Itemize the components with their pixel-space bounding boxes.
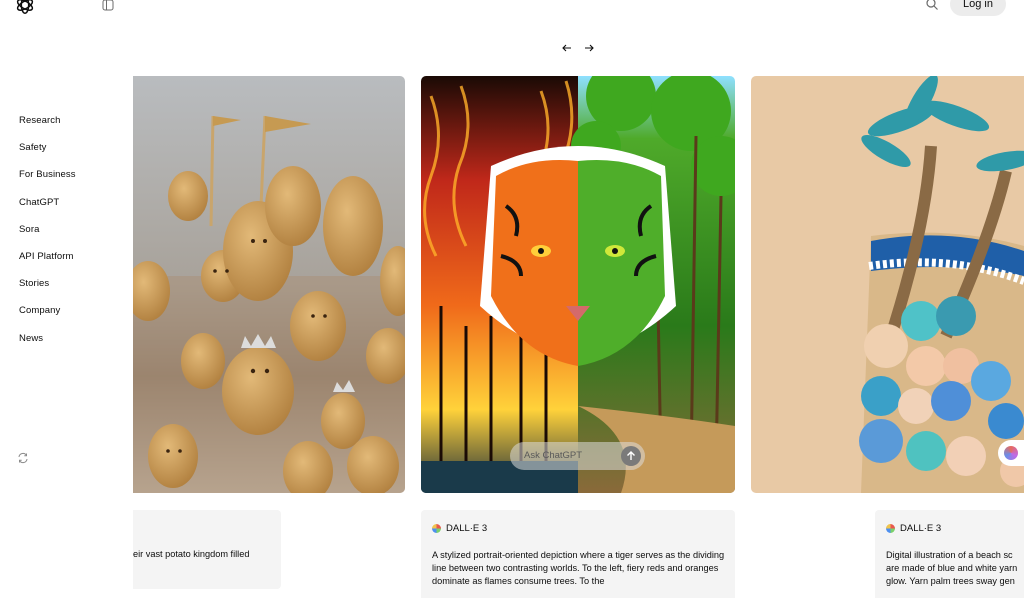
card-image-potato-kingdom[interactable] [133, 76, 405, 493]
ai-badge-icon[interactable] [998, 440, 1024, 466]
caption-line: glow. Yarn palm trees sway gen [886, 576, 1015, 586]
caption-line: are made of blue and white yarn [886, 563, 1018, 573]
model-name: DALL·E 3 [900, 523, 942, 534]
arrow-left-icon[interactable] [561, 41, 573, 53]
sidebar-item-company[interactable]: Company [19, 304, 76, 331]
login-button[interactable]: Log in [950, 0, 1006, 16]
model-logo-icon [432, 524, 441, 533]
ask-chatgpt-placeholder: Ask ChatGPT [524, 450, 583, 461]
card-image-tiger[interactable] [421, 76, 735, 493]
sidebar-item-for-business[interactable]: For Business [19, 168, 76, 195]
sidebar-toggle-icon[interactable] [102, 0, 114, 11]
sidebar-item-safety[interactable]: Safety [19, 141, 76, 168]
sidebar-item-stories[interactable]: Stories [19, 277, 76, 304]
sidebar-item-news[interactable]: News [19, 332, 76, 359]
sidebar-nav: Research Safety For Business ChatGPT Sor… [19, 114, 76, 359]
top-bar: Log in [0, 0, 1024, 18]
model-label: DALL·E 3 [432, 523, 487, 534]
sidebar-item-sora[interactable]: Sora [19, 223, 76, 250]
caption-text: Digital illustration of a beach sc are m… [886, 549, 1024, 588]
model-label: DALL·E 3 [886, 523, 941, 534]
theme-toggle-icon[interactable] [17, 451, 29, 464]
arrow-right-icon[interactable] [583, 41, 595, 53]
sidebar-item-chatgpt[interactable]: ChatGPT [19, 196, 76, 223]
card-caption-yarn-beach: DALL·E 3 Digital illustration of a beach… [875, 510, 1024, 598]
card-caption-tiger: DALL·E 3 A stylized portrait-oriented de… [421, 510, 735, 598]
sidebar-item-api-platform[interactable]: API Platform [19, 250, 76, 277]
ai-badge-glyph [1004, 446, 1018, 460]
caption-line: Digital illustration of a beach sc [886, 550, 1013, 560]
arrow-up-icon[interactable] [621, 446, 641, 466]
caption-text: eir vast potato kingdom filled [133, 549, 250, 559]
card-image-yarn-beach[interactable] [751, 76, 1024, 493]
openai-logo-icon[interactable] [14, 0, 36, 16]
card-caption-potato: eir vast potato kingdom filled [133, 510, 281, 589]
search-icon[interactable] [925, 0, 939, 11]
model-logo-icon [886, 524, 895, 533]
model-name: DALL·E 3 [446, 523, 488, 534]
sidebar-item-research[interactable]: Research [19, 114, 76, 141]
caption-text: A stylized portrait-oriented depiction w… [432, 550, 725, 586]
ask-chatgpt-input[interactable]: Ask ChatGPT [510, 442, 645, 470]
